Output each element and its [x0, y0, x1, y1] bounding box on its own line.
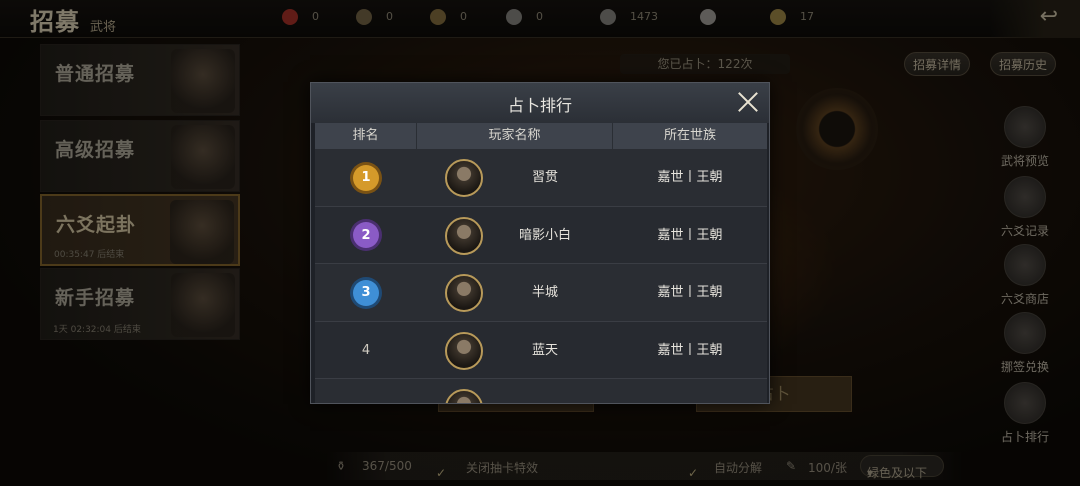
column-header-clan: 所在世族: [663, 128, 716, 143]
table-row: 1 習贯 嘉世丨王朝: [315, 149, 767, 207]
rank-cell: 3: [315, 264, 417, 321]
table-row: [315, 379, 767, 403]
player-name: 暗影小白: [518, 227, 571, 243]
clan-name: 嘉世丨王朝: [657, 342, 723, 358]
avatar[interactable]: [445, 389, 483, 403]
rank-number: 4: [361, 342, 371, 358]
rank-number: [315, 379, 417, 403]
rank-cell: 2: [315, 207, 417, 264]
gold-medal-icon: 1: [353, 164, 379, 191]
dialog-header: 占卜排行: [311, 83, 769, 123]
table-header: 排名 玩家名称 所在世族: [315, 123, 767, 149]
table-row: 3 半城 嘉世丨王朝: [315, 264, 767, 322]
player-name: 半城: [531, 285, 558, 300]
purple-medal-icon: 2: [353, 222, 379, 248]
player-name: 蓝天: [531, 342, 558, 358]
blue-medal-icon: 3: [353, 279, 379, 306]
table-row: 4 蓝天 嘉世丨王朝: [315, 321, 767, 379]
ranking-dialog: 占卜排行 排名 玩家名称 所在世族 1 習贯 嘉世丨王朝 2 暗影小白 嘉世丨王…: [310, 82, 770, 404]
clan-name: 嘉世丨王朝: [657, 227, 723, 243]
ranking-list[interactable]: 1 習贯 嘉世丨王朝 2 暗影小白 嘉世丨王朝 3 半城 嘉世丨王朝 4 蓝天: [315, 149, 767, 403]
player-name: 習贯: [531, 170, 558, 185]
clan-name: 嘉世丨王朝: [657, 170, 723, 185]
table-row: 2 暗影小白 嘉世丨王朝: [315, 206, 767, 264]
close-button[interactable]: [735, 89, 761, 115]
column-header-rank: 排名: [315, 123, 417, 149]
clan-name: 嘉世丨王朝: [657, 285, 723, 300]
rank-cell: 1: [315, 149, 417, 206]
dialog-title: 占卜排行: [507, 96, 572, 115]
column-header-player: 玩家名称: [417, 123, 613, 149]
